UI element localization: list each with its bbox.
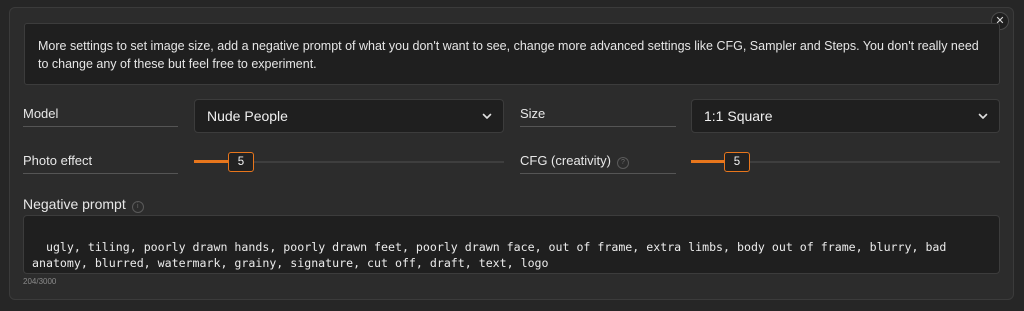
slider-thumb[interactable]: 5 [228,152,254,172]
size-select-value: 1:1 Square [704,108,773,124]
model-select-value: Nude People [207,108,288,124]
negative-prompt-label-text: Negative prompt [23,196,126,212]
size-label-text: Size [520,106,546,121]
chevron-down-icon [978,113,988,119]
model-select[interactable]: Nude People [194,99,504,133]
slider-fill [194,160,228,163]
negative-prompt-label: Negative prompt i [23,196,144,213]
info-text: More settings to set image size, add a n… [38,39,979,71]
slider-fill [691,160,724,163]
photo-effect-value: 5 [237,156,245,168]
negative-prompt-textarea[interactable]: ugly, tiling, poorly drawn hands, poorly… [23,215,1000,274]
info-icon: ? [617,157,629,169]
model-label: Model [23,106,178,127]
cfg-label: CFG (creativity)? [520,153,676,174]
info-box: More settings to set image size, add a n… [24,23,1000,85]
chevron-down-icon [482,113,492,119]
model-label-text: Model [23,106,59,121]
photo-effect-slider[interactable]: 5 [194,152,504,172]
size-select[interactable]: 1:1 Square [691,99,1000,133]
cfg-slider[interactable]: 5 [691,152,1000,172]
slider-thumb[interactable]: 5 [724,152,750,172]
photo-effect-label: Photo effect [23,153,178,174]
cfg-label-text: CFG (creativity) [520,153,611,168]
size-label: Size [520,106,676,127]
negative-prompt-text: ugly, tiling, poorly drawn hands, poorly… [32,240,954,270]
info-icon: i [131,201,144,213]
cfg-value: 5 [733,156,741,168]
photo-effect-label-text: Photo effect [23,153,93,168]
character-counter: 204/3000 [23,277,57,286]
